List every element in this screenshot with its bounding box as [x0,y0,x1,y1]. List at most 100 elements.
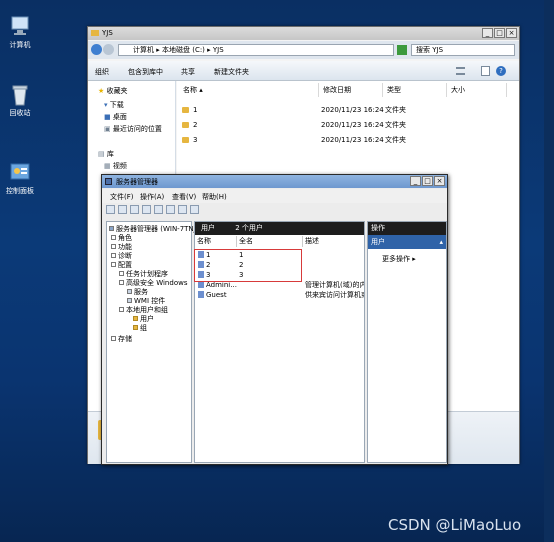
forward-icon[interactable] [118,205,127,214]
tree-label: 用户 [140,315,154,323]
nav-libraries[interactable]: ▤ 库 [98,149,114,159]
desktop-icon: ■ [104,113,111,121]
column-header-size[interactable]: 大小 [447,83,507,97]
file-row[interactable]: 3 2020/11/23 16:24 文件夹 [177,133,517,147]
search-input[interactable]: 搜索 YJS [411,44,515,56]
desktop-icon-label: 控制面板 [6,187,34,195]
user-name: Admini... [206,281,237,289]
desktop-icon-control-panel[interactable]: 控制面板 [0,162,40,196]
library-icon: ▤ [98,150,105,158]
tree-label: 服务器管理器 (WIN-7TNJ [116,225,196,233]
menu-action[interactable]: 操作(A) [140,192,164,202]
new-folder-button[interactable]: 新建文件夹 [214,67,249,77]
column-header-type[interactable]: 类型 [383,83,447,97]
user-description: 供来宾访问计算机或 [305,291,365,299]
help-icon[interactable] [178,205,187,214]
expand-icon[interactable] [119,271,124,276]
file-type: 文件夹 [385,106,406,114]
folder-icon [182,107,189,113]
nav-label: 收藏夹 [106,87,128,95]
server-manager-titlebar[interactable]: 服务器管理器 _ □ × [102,175,447,188]
console-tree: 服务器管理器 (WIN-7TNJ 角色 功能 诊断 配置 任务计划程序 高级安全… [106,221,196,463]
folder-icon [182,122,189,128]
nav-downloads[interactable]: ▾ 下载 [104,100,124,110]
expand-icon[interactable] [111,336,116,341]
back-icon[interactable] [106,205,115,214]
close-button[interactable]: × [434,176,445,186]
folder-icon [133,316,138,321]
nav-videos[interactable]: ▦ 视频 [104,161,127,171]
collapse-icon[interactable] [119,307,124,312]
breadcrumb-folder[interactable]: YJS [213,46,224,54]
expand-icon[interactable] [111,253,116,258]
nav-recent[interactable]: ▣ 最近访问的位置 [104,124,162,134]
address-bar[interactable]: 计算机 ▸ 本地磁盘 (C:) ▸ YJS [118,44,394,56]
nav-label: 桌面 [112,113,127,121]
tree-label: WMI 控件 [134,297,166,305]
actions-section-users[interactable]: 用户 ▴ [368,235,446,249]
collapse-arrow-icon[interactable]: ▴ [439,235,443,249]
column-header-name[interactable]: 名称 ▴ [179,83,319,97]
organize-button[interactable]: 组织 [95,67,109,77]
breadcrumb-drive[interactable]: 本地磁盘 (C:) [162,46,205,54]
server-manager-toolbar [106,205,446,217]
properties-icon[interactable] [190,205,199,214]
expand-icon[interactable] [119,280,124,285]
minimize-button[interactable]: _ [410,176,421,186]
include-library-button[interactable]: 包含到库中 [128,67,163,77]
address-row: 计算机 ▸ 本地磁盘 (C:) ▸ YJS 搜索 YJS [88,41,519,59]
nav-label: 库 [106,150,114,158]
column-header-name[interactable]: 名称 [195,236,237,247]
close-button[interactable]: × [506,28,517,38]
forward-button[interactable] [103,44,114,55]
server-icon [109,226,114,231]
desktop-icon-recycle-bin[interactable]: 回收站 [0,84,40,118]
file-name: 3 [193,136,198,144]
maximize-button[interactable]: □ [422,176,433,186]
maximize-button[interactable]: □ [494,28,505,38]
page-scrollbar[interactable] [544,0,554,542]
tree-storage[interactable]: 存储 [111,334,132,344]
tree-groups[interactable]: 组 [133,323,147,333]
tree-label: 组 [140,324,147,332]
refresh-icon[interactable] [154,205,163,214]
share-button[interactable]: 共享 [181,67,195,77]
nav-desktop[interactable]: ■ 桌面 [104,112,127,122]
help-icon[interactable]: ? [496,66,506,76]
minimize-button[interactable]: _ [482,28,493,38]
column-header-full-name[interactable]: 全名 [237,236,303,247]
export-icon[interactable] [166,205,175,214]
nav-favorites[interactable]: ★ 收藏夹 [98,86,128,96]
menu-help[interactable]: 帮助(H) [202,192,227,202]
view-options-icon[interactable] [456,67,465,75]
more-actions-link[interactable]: 更多操作 ▸ [368,249,446,264]
column-header-date[interactable]: 修改日期 [319,83,383,97]
explorer-titlebar[interactable]: YJS _ □ × [88,27,519,40]
file-date: 2020/11/23 16:24 [321,136,384,144]
expand-icon[interactable] [111,244,116,249]
user-row[interactable]: Guest 供来宾访问计算机或 [195,290,365,301]
preview-pane-icon[interactable] [481,66,490,76]
file-row[interactable]: 2 2020/11/23 16:24 文件夹 [177,118,517,132]
tree-label: 诊断 [118,252,132,260]
breadcrumb-computer[interactable]: 计算机 [133,46,154,54]
show-hide-tree-icon[interactable] [142,205,151,214]
recycle-bin-icon [9,84,31,106]
desktop-icon-label: 计算机 [9,41,31,49]
back-button[interactable] [91,44,102,55]
server-manager-window[interactable]: 服务器管理器 _ □ × 文件(F) 操作(A) 查看(V) 帮助(H) 服务器… [101,174,448,465]
list-count: 2 个用户 [235,224,263,232]
actions-header: 操作 [368,222,446,235]
file-name: 1 [193,106,198,114]
file-row[interactable]: 1 2020/11/23 16:24 文件夹 [177,103,517,117]
up-icon[interactable] [130,205,139,214]
collapse-icon[interactable] [111,262,116,267]
expand-icon[interactable] [111,235,116,240]
refresh-button[interactable] [397,45,407,55]
menu-view[interactable]: 查看(V) [172,192,196,202]
wmi-icon [127,298,132,303]
nav-label: 下载 [109,101,124,109]
menu-file[interactable]: 文件(F) [110,192,134,202]
desktop-icon-computer[interactable]: 计算机 [0,16,40,50]
column-header-description[interactable]: 描述 [303,236,364,247]
